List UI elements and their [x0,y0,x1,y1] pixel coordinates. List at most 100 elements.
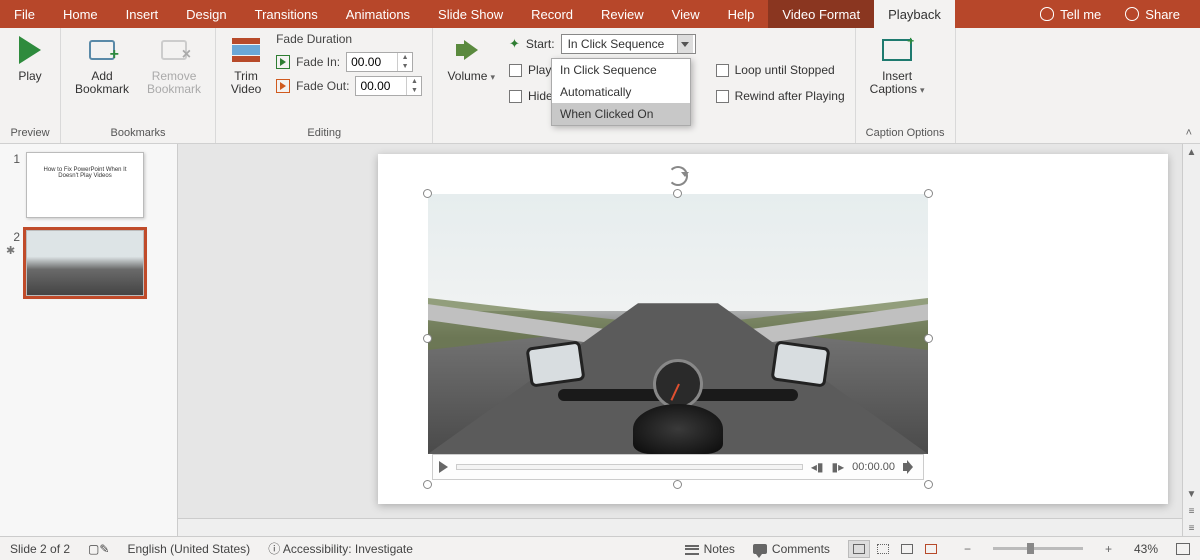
resize-handle[interactable] [924,334,933,343]
resize-handle[interactable] [423,189,432,198]
normal-view-button[interactable] [848,540,870,558]
tab-view[interactable]: View [658,0,714,28]
fade-out-input[interactable] [356,79,406,93]
tab-design[interactable]: Design [172,0,240,28]
dropdown-item-automatically[interactable]: Automatically [552,81,690,103]
zoom-level[interactable]: 43% [1134,542,1158,556]
volume-icon [464,40,478,60]
scroll-up-icon[interactable]: ▲ [1183,144,1200,160]
language-indicator[interactable]: English (United States) [127,542,250,556]
dropdown-item-when-clicked-on[interactable]: When Clicked On [552,103,690,125]
slide-indicator[interactable]: Slide 2 of 2 [10,542,70,556]
tell-me-label: Tell me [1060,7,1101,22]
play-button[interactable]: Play [10,32,50,85]
notes-label: Notes [704,542,735,556]
spin-up-icon[interactable]: ▲ [398,53,412,62]
video-object[interactable]: ◂▮ ▮▸ 00:00.00 [428,194,928,484]
video-preview [428,194,928,454]
caption-icon [882,39,912,61]
group-caption-label: Caption Options [866,127,945,141]
insert-captions-button[interactable]: Insert Captions▾ [866,32,929,98]
tab-review[interactable]: Review [587,0,658,28]
video-mute-button[interactable] [903,460,917,474]
resize-handle[interactable] [673,189,682,198]
notes-button[interactable]: Notes [685,542,735,556]
video-play-button[interactable] [439,461,448,473]
slide-canvas[interactable]: ◂▮ ▮▸ 00:00.00 [378,154,1168,504]
play-label: Play [18,70,41,83]
vertical-scrollbar[interactable]: ▲ ▼ ≡ ≡ [1182,144,1200,536]
chevron-down-icon [681,42,689,47]
volume-button[interactable]: Volume▾ [443,32,499,85]
resize-handle[interactable] [423,480,432,489]
comments-button[interactable]: Comments [753,542,830,556]
tab-help[interactable]: Help [714,0,769,28]
resize-handle[interactable] [924,480,933,489]
tell-me[interactable]: Tell me [1030,7,1111,22]
slide-thumbnail-2[interactable] [26,230,144,296]
group-preview: Play Preview [0,28,61,143]
spin-down-icon[interactable]: ▼ [407,86,421,95]
zoom-thumb[interactable] [1027,543,1034,554]
resize-handle[interactable] [423,334,432,343]
sorter-view-button[interactable] [872,540,894,558]
zoom-out-button[interactable]: − [960,542,975,556]
slideshow-view-button[interactable] [920,540,942,558]
person-icon [1125,7,1139,21]
scroll-down-icon[interactable]: ▼ [1183,486,1200,502]
spin-down-icon[interactable]: ▼ [398,62,412,71]
tab-playback[interactable]: Playback [874,0,955,28]
fit-to-window-button[interactable] [1176,543,1190,555]
rewind-checkbox[interactable]: Rewind after Playing [716,86,845,106]
thumb-1-title: How to Fix PowerPoint When It Doesn't Pl… [27,153,143,193]
resize-handle[interactable] [924,189,933,198]
zoom-slider[interactable] [993,547,1083,550]
slide-thumbnail-1[interactable]: How to Fix PowerPoint When It Doesn't Pl… [26,152,144,218]
tab-video-format[interactable]: Video Format [768,0,874,28]
horizontal-scrollbar[interactable] [178,518,1182,536]
slide-editor[interactable]: ◂▮ ▮▸ 00:00.00 ▲ ▼ ≡ ≡ [178,144,1200,536]
prev-slide-icon[interactable]: ≡ [1183,503,1200,519]
rotate-handle[interactable] [668,166,688,186]
checkbox-icon [509,64,522,77]
fade-out-spinbox[interactable]: ▲▼ [355,76,422,96]
bulb-icon [1040,7,1054,21]
accessibility-button[interactable]: ⓘ Accessibility: Investigate [268,540,413,557]
tab-slideshow[interactable]: Slide Show [424,0,517,28]
tab-record[interactable]: Record [517,0,587,28]
tab-animations[interactable]: Animations [332,0,424,28]
volume-label: Volume [447,69,487,83]
start-value: In Click Sequence [568,37,665,51]
video-control-bar: ◂▮ ▮▸ 00:00.00 [432,454,924,480]
spell-check-icon[interactable]: ▢✎ [88,542,109,556]
trim-video-button[interactable]: Trim Video [226,32,266,98]
video-step-forward-button[interactable]: ▮▸ [832,460,845,474]
slide-thumbnail-pane: 1 How to Fix PowerPoint When It Doesn't … [0,144,178,536]
start-dropdown[interactable]: In Click Sequence [561,34,696,54]
next-slide-icon[interactable]: ≡ [1183,520,1200,536]
fade-in-input[interactable] [347,55,397,69]
tab-file[interactable]: File [0,0,49,28]
resize-handle[interactable] [673,480,682,489]
spin-up-icon[interactable]: ▲ [407,77,421,86]
video-step-back-button[interactable]: ◂▮ [811,460,824,474]
start-icon: ✦ [509,36,520,52]
dropdown-toggle[interactable] [677,35,693,53]
tab-home[interactable]: Home [49,0,112,28]
tab-transitions[interactable]: Transitions [241,0,332,28]
remove-bookmark-button: Remove Bookmark [143,32,205,98]
fade-in-spinbox[interactable]: ▲▼ [346,52,413,72]
zoom-in-button[interactable]: + [1101,542,1116,556]
checkbox-icon [716,64,729,77]
ribbon: Play Preview Add Bookmark Remove Bookmar… [0,28,1200,144]
collapse-ribbon-button[interactable]: ˄ [1186,127,1192,139]
loop-checkbox[interactable]: Loop until Stopped [716,60,845,80]
add-bookmark-button[interactable]: Add Bookmark [71,32,133,98]
fade-in-label: Fade In: [296,55,340,69]
share-button[interactable]: Share [1115,7,1190,22]
reading-view-button[interactable] [896,540,918,558]
video-progress-bar[interactable] [456,464,803,470]
fade-out-icon [276,79,290,93]
tab-insert[interactable]: Insert [112,0,173,28]
dropdown-item-in-click-sequence[interactable]: In Click Sequence [552,59,690,81]
